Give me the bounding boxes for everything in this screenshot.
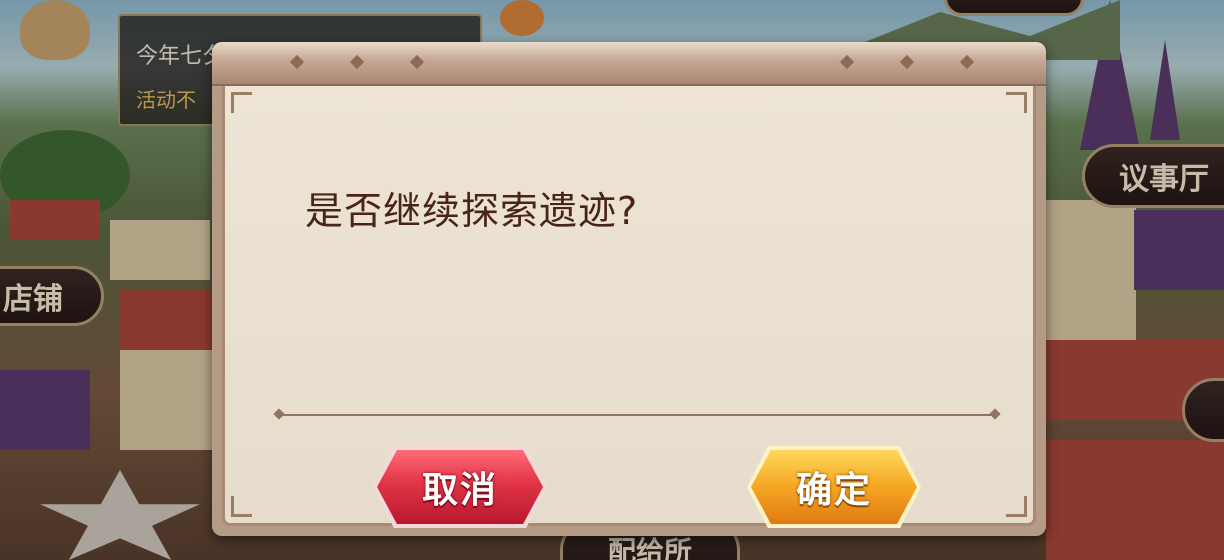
dialog-message: 是否继续探索遗迹? <box>305 189 639 233</box>
corner-ornament <box>231 92 252 113</box>
confirm-button-label: 确定 <box>795 470 872 511</box>
dialog-body: 是否继续探索遗迹? 取消 确定 <box>222 86 1036 528</box>
confirm-button[interactable]: 确定 <box>747 446 921 528</box>
ornament-diamond <box>839 54 855 70</box>
divider-line <box>273 408 1001 420</box>
ornament-diamond <box>409 54 425 70</box>
divider-end-dot <box>273 408 285 420</box>
confirm-dialog: 是否继续探索遗迹? 取消 确定 <box>212 42 1046 536</box>
ornament-diamond <box>349 54 365 70</box>
ornament-diamond <box>289 54 305 70</box>
cancel-button-label: 取消 <box>421 470 498 511</box>
ornament-diamond <box>899 54 915 70</box>
divider-end-dot <box>989 408 1001 420</box>
cancel-button[interactable]: 取消 <box>373 446 547 528</box>
corner-ornament <box>1006 92 1027 113</box>
corner-ornament <box>1006 496 1027 517</box>
ornament-diamond <box>959 54 975 70</box>
game-scene: 今年七夕 活动不 店铺 议事厅 配给所 是否继续探索遗迹? 取消 确定 <box>0 0 1224 560</box>
dialog-header-bar <box>212 42 1046 86</box>
corner-ornament <box>231 496 252 517</box>
